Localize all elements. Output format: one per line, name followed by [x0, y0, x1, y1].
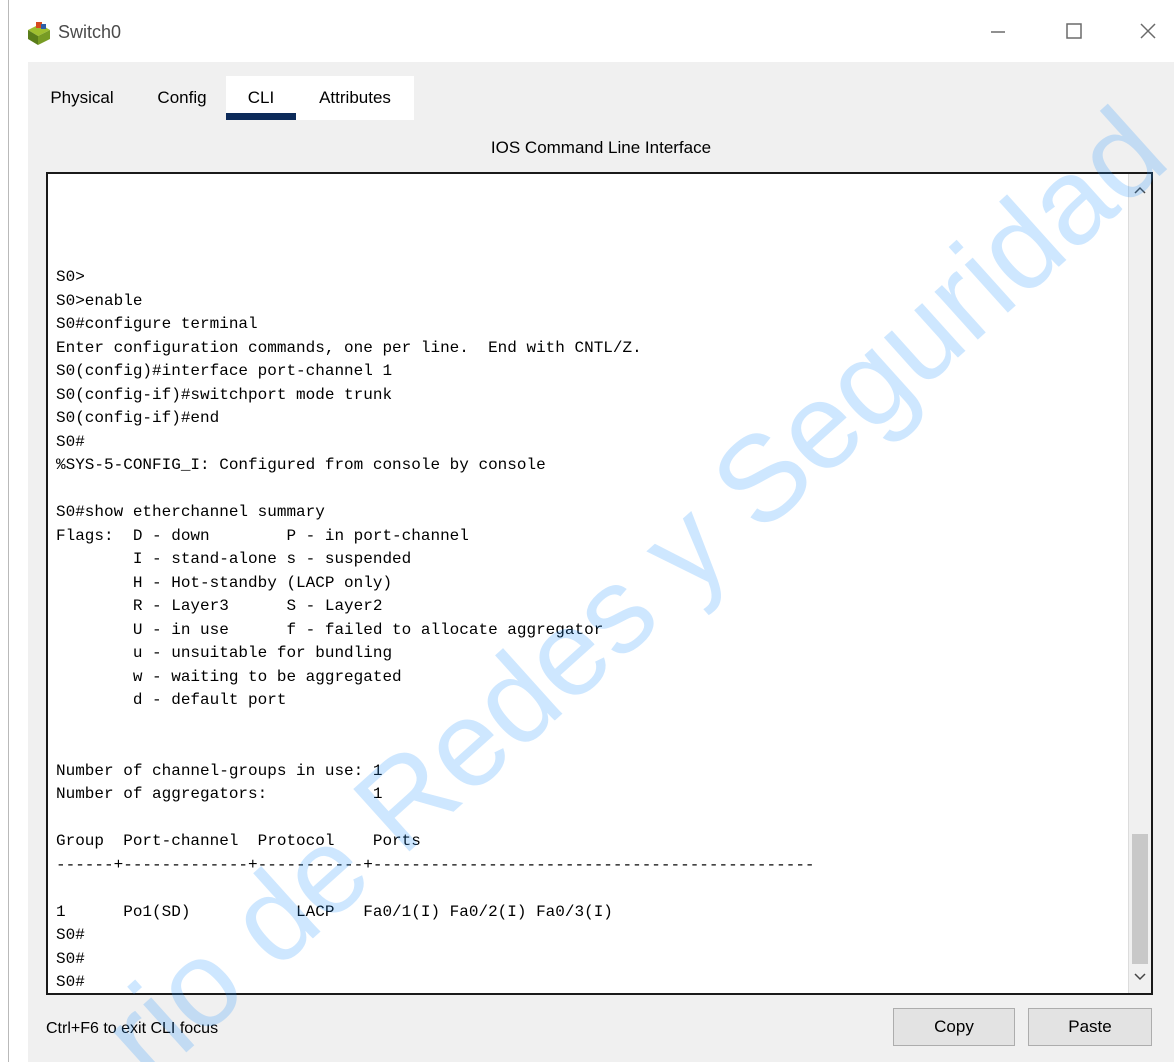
tab-physical[interactable]: Physical — [42, 76, 122, 120]
window-left-edge — [8, 0, 9, 1062]
switch-device-icon — [24, 20, 52, 48]
cli-title: IOS Command Line Interface — [490, 138, 712, 157]
title-bar: Switch0 — [0, 0, 1174, 62]
tab-label: CLI — [247, 88, 275, 107]
device-window-content: Physical Config CLI Attributes IOS Comma… — [28, 62, 1174, 1062]
active-tab-indicator — [226, 113, 296, 120]
cli-output[interactable]: S0> S0>enable S0#configure terminal Ente… — [56, 266, 815, 993]
cli-focus-hint: Ctrl+F6 to exit CLI focus — [46, 1020, 219, 1037]
paste-button[interactable]: Paste — [1028, 1008, 1152, 1046]
minimize-icon — [991, 31, 1005, 33]
tab-bar: Physical Config CLI Attributes — [28, 76, 1174, 120]
tab-config[interactable]: Config — [142, 76, 222, 120]
close-icon — [1140, 23, 1156, 39]
chevron-up-icon — [1134, 186, 1146, 194]
minimize-button[interactable] — [976, 10, 1020, 52]
maximize-icon — [1066, 23, 1082, 39]
scroll-up-button[interactable] — [1129, 180, 1151, 200]
close-button[interactable] — [1126, 10, 1170, 52]
tab-cli[interactable]: CLI — [226, 76, 296, 120]
copy-button[interactable]: Copy — [893, 1008, 1015, 1046]
tab-label: Physical — [50, 88, 114, 107]
cli-panel: IOS Command Line Interface S0> S0>enable… — [28, 120, 1174, 1062]
tab-label: Attributes — [319, 88, 391, 107]
window-title: Switch0 — [58, 22, 122, 42]
tab-attributes[interactable]: Attributes — [296, 76, 414, 120]
maximize-button[interactable] — [1052, 10, 1096, 52]
chevron-down-icon — [1134, 973, 1146, 981]
vertical-scrollbar[interactable] — [1128, 174, 1151, 993]
tab-label: Config — [157, 88, 207, 107]
scroll-down-button[interactable] — [1129, 967, 1151, 987]
cli-terminal[interactable]: S0> S0>enable S0#configure terminal Ente… — [46, 172, 1153, 995]
scrollbar-thumb[interactable] — [1132, 834, 1148, 964]
